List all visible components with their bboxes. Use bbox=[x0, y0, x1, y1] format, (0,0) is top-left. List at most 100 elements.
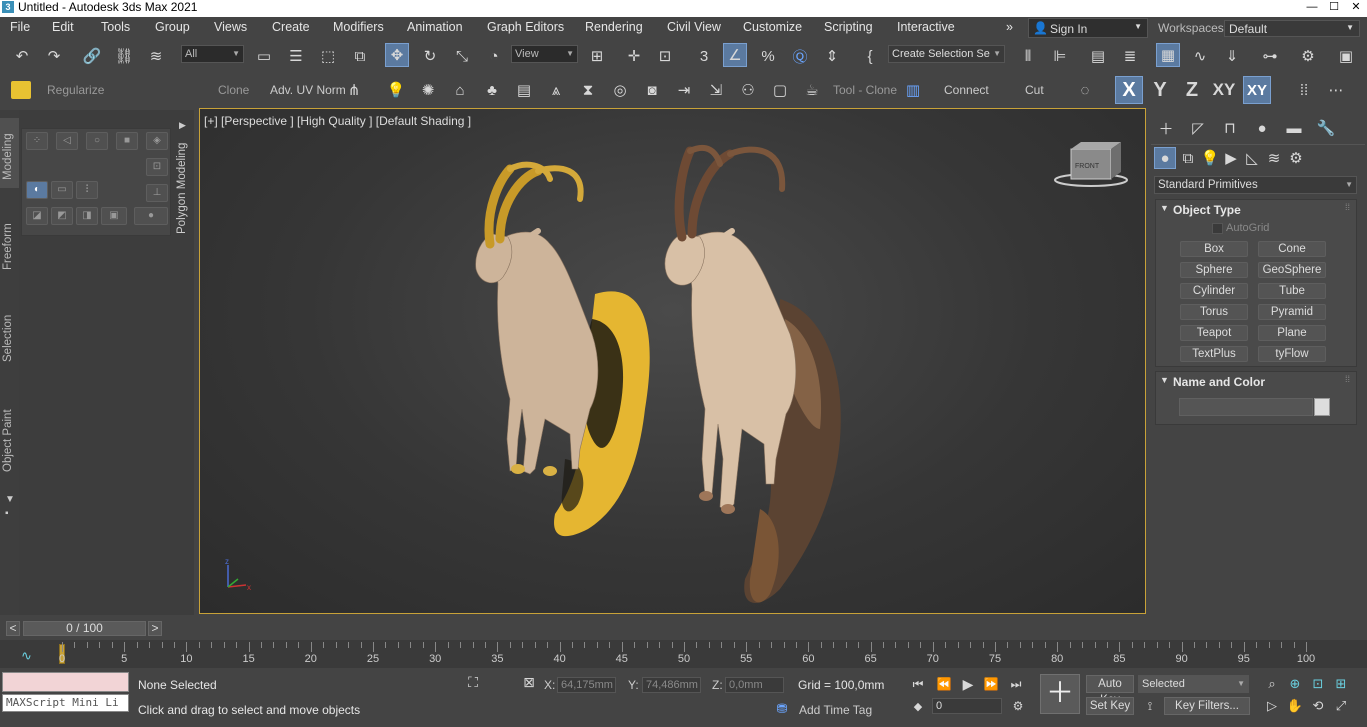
time-tag-icon[interactable]: ⛃ bbox=[772, 699, 792, 719]
menu-views[interactable]: Views bbox=[214, 20, 247, 34]
select-object-icon[interactable]: ▭ bbox=[252, 44, 276, 68]
field-of-view-icon[interactable]: ▷ bbox=[1262, 696, 1282, 716]
hierarchy-icon[interactable]: ⋔ bbox=[342, 78, 366, 102]
tree-icon[interactable]: ♣ bbox=[480, 78, 504, 102]
polygon-modeling-label[interactable]: Polygon Modeling bbox=[176, 143, 188, 234]
systems-icon[interactable]: ⚙ bbox=[1285, 147, 1307, 169]
spinner-snap-icon[interactable]: Ⓠ bbox=[788, 44, 812, 68]
edit-named-selection-icon[interactable]: ⇕ bbox=[820, 44, 844, 68]
go-to-start-icon[interactable]: ⏮ bbox=[907, 674, 929, 694]
set-keys-icon[interactable]: ＋ bbox=[1040, 674, 1080, 714]
pan-view-icon[interactable]: ✋ bbox=[1285, 696, 1305, 716]
menu-edit[interactable]: Edit bbox=[52, 20, 74, 34]
next-frame-button[interactable]: > bbox=[148, 621, 162, 636]
key-selection-dropdown[interactable]: Selected ▼ bbox=[1138, 675, 1249, 693]
sign-in-dropdown[interactable]: 👤 Sign In ▼ bbox=[1028, 18, 1148, 38]
snaps-toggle-icon[interactable]: 3 bbox=[692, 44, 716, 68]
ibex-model-right[interactable] bbox=[664, 144, 841, 603]
collapse-stack-icon[interactable]: ⊥ bbox=[146, 184, 168, 202]
geometry-icon[interactable]: ● bbox=[1154, 147, 1176, 169]
helpers-icon[interactable]: ◺ bbox=[1241, 147, 1263, 169]
select-and-scale-icon[interactable]: ⤡ bbox=[450, 44, 474, 68]
paint-icon[interactable]: ◙ bbox=[640, 78, 664, 102]
select-manipulate-icon[interactable]: ✛ bbox=[622, 44, 646, 68]
rectangular-selection-icon[interactable]: ⬚ bbox=[316, 44, 340, 68]
isolate-selection-icon[interactable]: ⛶ bbox=[463, 672, 483, 692]
cone-button[interactable]: Cone bbox=[1258, 241, 1326, 257]
tyflow-button[interactable]: tyFlow bbox=[1258, 346, 1326, 362]
menu-customize[interactable]: Customize bbox=[743, 20, 802, 34]
loop-icon[interactable]: ◎ bbox=[608, 78, 632, 102]
cut-label[interactable]: Cut bbox=[1025, 83, 1044, 97]
bind-space-warp-icon[interactable]: ≋ bbox=[144, 44, 168, 68]
menu-create[interactable]: Create bbox=[272, 20, 310, 34]
ribbon-expand-icon[interactable]: ▶ bbox=[179, 120, 186, 131]
next-frame-icon[interactable]: ⏩ bbox=[980, 674, 1002, 694]
dope-sheet-icon[interactable]: ⇓ bbox=[1220, 44, 1244, 68]
name-and-color-title[interactable]: Name and Color bbox=[1173, 375, 1265, 389]
axis-y-button[interactable]: Y bbox=[1148, 78, 1172, 102]
sphere-button[interactable]: Sphere bbox=[1180, 262, 1248, 278]
menu-rendering[interactable]: Rendering bbox=[585, 20, 643, 34]
window-crossing-icon[interactable]: ⧉ bbox=[348, 44, 372, 68]
tab-freeform[interactable]: Freeform bbox=[2, 223, 14, 270]
current-frame-field[interactable]: 0 bbox=[932, 698, 1002, 714]
select-by-name-icon[interactable]: ☰ bbox=[284, 44, 308, 68]
y-coordinate-field[interactable]: 74,486mm bbox=[642, 677, 701, 693]
sun-icon[interactable]: ✺ bbox=[416, 78, 440, 102]
connect-label[interactable]: Connect bbox=[944, 83, 989, 97]
maximize-viewport-icon[interactable]: ⤢ bbox=[1331, 696, 1351, 716]
render-setup-icon[interactable]: ⚙ bbox=[1296, 44, 1320, 68]
select-and-place-icon[interactable]: ◔ bbox=[482, 44, 506, 68]
buildings-icon[interactable]: ▥ bbox=[901, 78, 925, 102]
vertex-mode-icon[interactable]: ⁘ bbox=[26, 132, 48, 150]
track-bar[interactable]: ∿ 0 5 10 15 20 25 30 35 40 45 50 55 60 65 70 75 80 85 90 95… bbox=[0, 640, 1367, 668]
minimize-button[interactable]: — bbox=[1301, 0, 1323, 17]
pyramid-button[interactable]: Pyramid bbox=[1258, 304, 1326, 320]
display-tab-icon[interactable]: ▬ bbox=[1282, 116, 1306, 140]
modify-tab-icon[interactable]: ◸ bbox=[1186, 116, 1210, 140]
render-frame-icon[interactable]: ▣ bbox=[1334, 44, 1358, 68]
select-and-rotate-icon[interactable]: ↻ bbox=[418, 44, 442, 68]
regularize-icon[interactable] bbox=[11, 81, 31, 99]
z-coordinate-field[interactable]: 0,0mm bbox=[725, 677, 784, 693]
menu-group[interactable]: Group bbox=[155, 20, 190, 34]
expand-icon[interactable]: ▪ bbox=[5, 508, 9, 519]
add-time-tag-label[interactable]: Add Time Tag bbox=[799, 703, 872, 717]
previous-frame-icon[interactable]: ⏪ bbox=[933, 674, 955, 694]
dots-row-icon[interactable]: ⋯ bbox=[1324, 78, 1348, 102]
keyboard-shortcut-override-icon[interactable]: ⊡ bbox=[653, 44, 677, 68]
time-slider-thumb[interactable]: 0 / 100 bbox=[23, 621, 146, 636]
undo-icon[interactable]: ↶ bbox=[10, 44, 34, 68]
collapse-arrow-icon[interactable]: ▼ bbox=[1160, 203, 1169, 213]
toggle-ribbon-icon[interactable]: ▦ bbox=[1156, 43, 1180, 67]
key-filters-button[interactable]: Key Filters... bbox=[1164, 697, 1250, 715]
maximize-button[interactable]: ☐ bbox=[1323, 0, 1345, 17]
reference-coordinate-dropdown[interactable]: View ▼ bbox=[511, 45, 578, 63]
orbit-icon[interactable]: ⟲ bbox=[1308, 696, 1328, 716]
autogrid-checkbox[interactable] bbox=[1212, 223, 1223, 234]
primitive-type-dropdown[interactable]: Standard Primitives ▼ bbox=[1154, 176, 1357, 194]
object-type-title[interactable]: Object Type bbox=[1173, 203, 1241, 217]
dots-grid-icon[interactable]: ⁞⁞ bbox=[1292, 78, 1316, 102]
lights-icon[interactable]: 💡 bbox=[1199, 147, 1221, 169]
auto-key-button[interactable]: Auto Key bbox=[1086, 675, 1134, 706]
select-and-move-icon[interactable]: ✥ bbox=[385, 43, 409, 67]
default-tangent-icon[interactable]: ⟟ bbox=[1140, 697, 1160, 715]
align-tool-icon[interactable]: ⇥ bbox=[672, 78, 696, 102]
key-mode-icon[interactable]: ◆ bbox=[908, 697, 928, 715]
nurms-icon[interactable]: ● bbox=[134, 207, 168, 225]
menu-modifiers[interactable]: Modifiers bbox=[333, 20, 384, 34]
export-icon[interactable]: ⇲ bbox=[704, 78, 728, 102]
element-mode-icon[interactable]: ◈ bbox=[146, 132, 168, 150]
regularize-label[interactable]: Regularize bbox=[47, 83, 104, 97]
pivot-center-icon[interactable]: ⊞ bbox=[585, 44, 609, 68]
cluster-icon[interactable]: ⚇ bbox=[736, 78, 760, 102]
set-key-button[interactable]: Set Key bbox=[1086, 697, 1134, 715]
motion-tab-icon[interactable]: ● bbox=[1250, 116, 1274, 140]
prev-frame-button[interactable]: < bbox=[6, 621, 20, 636]
cameras-icon[interactable]: ▶ bbox=[1220, 147, 1242, 169]
schematic-view-icon[interactable]: ⊶ bbox=[1258, 44, 1282, 68]
workspaces-dropdown[interactable]: Default ▼ bbox=[1224, 20, 1360, 37]
axis-z-button[interactable]: Z bbox=[1180, 78, 1204, 102]
